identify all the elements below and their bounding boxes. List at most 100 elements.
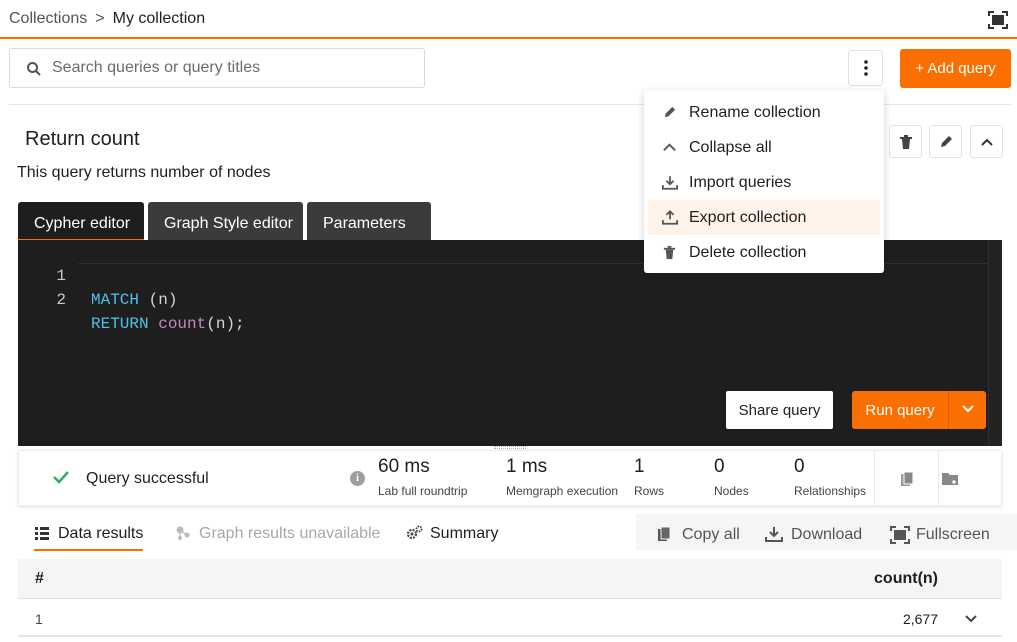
menu-item-label: Rename collection: [689, 104, 821, 121]
edit-query-button[interactable]: [929, 125, 962, 158]
copy-all-button[interactable]: Copy all: [658, 526, 740, 544]
fullscreen-icon[interactable]: [988, 11, 1008, 29]
collection-options-menu: Rename collection Collapse all Import qu…: [644, 90, 884, 273]
metric-label: Relationships: [794, 484, 867, 498]
info-icon[interactable]: i: [350, 471, 365, 486]
metric-value: 60 ms: [378, 456, 430, 477]
share-query-button[interactable]: Share query: [726, 391, 833, 429]
table-cell: 2,677: [902, 611, 938, 627]
breadcrumb-collections-link[interactable]: Collections: [9, 10, 87, 27]
copy-icon[interactable]: [899, 471, 915, 487]
menu-item-collapse-all[interactable]: Collapse all: [648, 130, 880, 165]
metric-value: 1: [634, 456, 645, 477]
editor-scrollbar[interactable]: [988, 240, 1002, 446]
column-header: #: [35, 570, 44, 587]
tab-label: Summary: [430, 525, 499, 542]
results-tabs: Data results Graph results unavailable S…: [18, 514, 636, 551]
menu-item-label: Delete collection: [689, 244, 807, 261]
metric-value: 0: [794, 456, 805, 477]
menu-item-rename-collection[interactable]: Rename collection: [648, 95, 880, 130]
download-button[interactable]: Download: [765, 526, 863, 544]
metric-value: 1 ms: [506, 456, 548, 477]
tab-label: Data results: [58, 525, 144, 542]
table-row[interactable]: 1 2,677: [18, 599, 1002, 637]
tab-graph-results: Graph results unavailable: [176, 525, 381, 543]
list-icon: [35, 527, 49, 540]
metric-roundtrip: 60 ms Lab full roundtrip: [378, 456, 467, 498]
column-header: count(n): [874, 570, 938, 587]
search-icon: [27, 62, 41, 76]
check-icon: [53, 471, 69, 484]
fullscreen-icon: [890, 526, 910, 544]
import-icon: [662, 176, 678, 190]
collapse-query-button[interactable]: [970, 125, 1003, 158]
run-query-button[interactable]: Run query: [852, 391, 948, 429]
pencil-icon: [664, 106, 676, 118]
export-icon: [662, 210, 678, 225]
code-line: 2 RETURN count(n);: [18, 264, 244, 333]
metric-label: Nodes: [714, 484, 749, 498]
results-toolbar: Copy all Download Fullscreen: [636, 514, 1017, 550]
menu-item-delete-collection[interactable]: Delete collection: [648, 235, 880, 270]
search-box: [9, 48, 425, 88]
tab-summary[interactable]: Summary: [406, 525, 499, 543]
line-number: 2: [56, 291, 66, 309]
chevron-down-icon: [962, 405, 974, 413]
tab-parameters[interactable]: Parameters: [307, 202, 431, 241]
code-text: (n): [139, 291, 178, 309]
metric-label: Lab full roundtrip: [378, 484, 468, 498]
metric-label: Rows: [634, 484, 665, 498]
tab-cypher-editor[interactable]: Cypher editor: [18, 202, 144, 241]
metric-value: 0: [714, 456, 725, 477]
metric-nodes: 0 Nodes: [714, 456, 749, 498]
menu-item-label: Import queries: [689, 174, 792, 191]
graph-icon: [176, 526, 190, 540]
code-text: (n);: [206, 315, 245, 333]
metric-rows: 1 Rows: [634, 456, 664, 498]
collection-options-button[interactable]: [848, 50, 883, 86]
resize-handle[interactable]: [494, 446, 526, 449]
run-options-button[interactable]: [948, 391, 986, 429]
top-bar: Collections > My collection: [0, 0, 1017, 39]
copy-icon: [658, 526, 671, 541]
chevron-down-icon[interactable]: [964, 614, 978, 624]
breadcrumb: Collections > My collection: [9, 10, 205, 28]
gears-icon: [406, 525, 423, 540]
tab-label: Graph results unavailable: [199, 525, 381, 542]
more-vertical-icon: [864, 60, 868, 76]
chevron-up-icon: [981, 138, 993, 146]
status-message: Query successful: [86, 470, 209, 487]
breadcrumb-separator: >: [95, 10, 105, 27]
copy-all-label: Copy all: [682, 526, 740, 543]
table-header: # count(n): [18, 559, 1002, 599]
trash-icon: [663, 245, 676, 260]
query-description: This query returns number of nodes: [17, 164, 271, 181]
code-keyword: MATCH: [91, 291, 140, 309]
fullscreen-button[interactable]: Fullscreen: [890, 526, 990, 544]
divider: [938, 451, 939, 507]
query-title: Return count: [25, 128, 140, 150]
query-status-bar: Query successful i 60 ms Lab full roundt…: [18, 450, 1002, 507]
pencil-icon: [941, 136, 952, 147]
delete-query-button[interactable]: [889, 125, 922, 158]
table-cell: 1: [35, 611, 43, 627]
code-keyword: RETURN: [91, 315, 149, 333]
menu-item-export-collection[interactable]: Export collection: [648, 200, 880, 235]
metric-relationships: 0 Relationships: [794, 456, 866, 498]
divider: [874, 451, 875, 507]
menu-item-label: Collapse all: [689, 139, 772, 156]
metric-execution: 1 ms Memgraph execution: [506, 456, 618, 498]
chevron-up-icon: [663, 143, 676, 151]
download-icon: [765, 527, 783, 542]
code-function: count: [158, 315, 207, 333]
add-query-button[interactable]: + Add query: [900, 49, 1011, 88]
menu-item-import-queries[interactable]: Import queries: [648, 165, 880, 200]
tab-graph-style-editor[interactable]: Graph Style editor: [148, 202, 303, 241]
search-input[interactable]: [52, 50, 412, 86]
download-label: Download: [791, 526, 863, 543]
tab-data-results[interactable]: Data results: [33, 525, 144, 551]
menu-item-label: Export collection: [689, 209, 807, 226]
breadcrumb-current: My collection: [112, 10, 206, 27]
code-line: 1 MATCH (n): [18, 240, 177, 309]
save-to-folder-icon[interactable]: [941, 471, 959, 487]
